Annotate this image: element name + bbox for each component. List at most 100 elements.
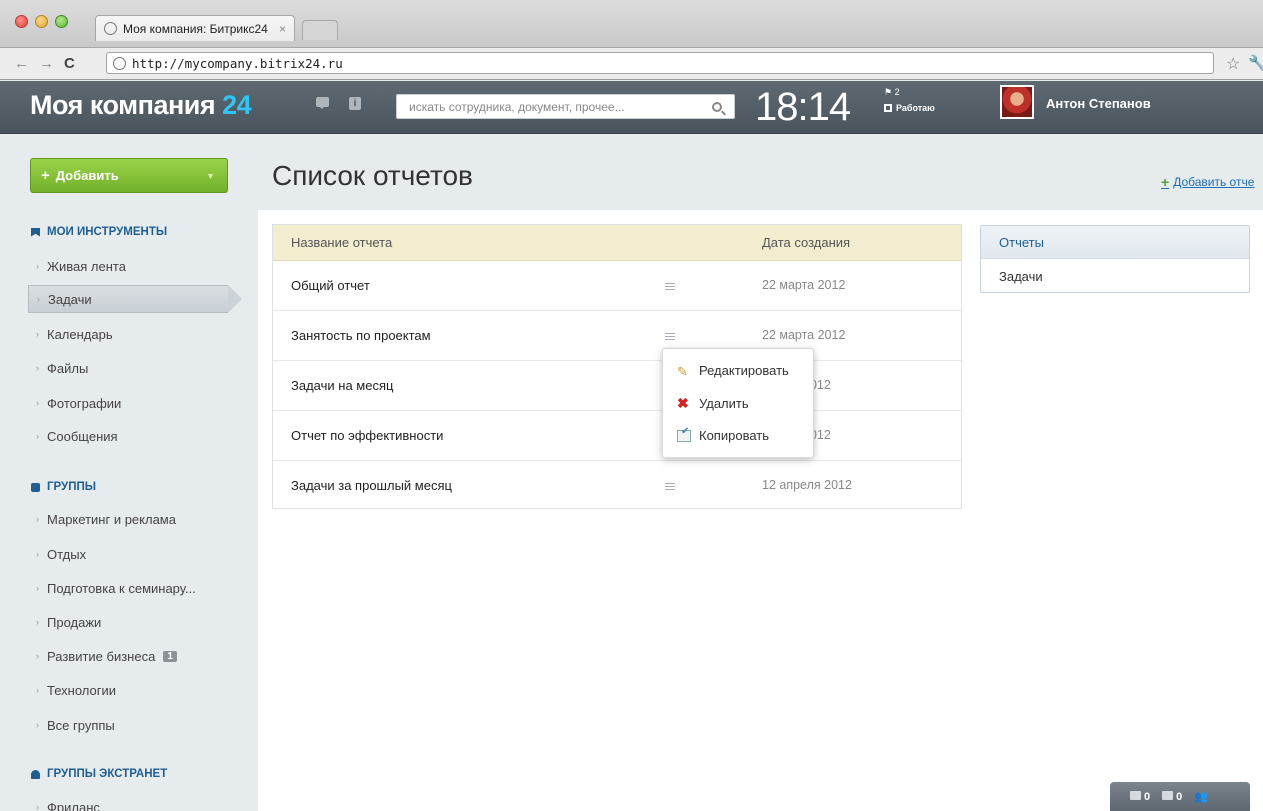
- sidebar-item-group[interactable]: › Маркетинг и реклама: [28, 506, 228, 532]
- menu-icon[interactable]: [665, 333, 675, 340]
- notifications-counter[interactable]: 0: [1162, 790, 1183, 803]
- search-icon[interactable]: [712, 101, 722, 112]
- sidebar-item-files[interactable]: › Файлы: [28, 355, 228, 381]
- sidebar-item-label: Технологии: [47, 682, 117, 698]
- bullet-icon: ›: [36, 651, 39, 661]
- report-name[interactable]: Задачи на месяц: [291, 378, 393, 393]
- sidebar-item-label: Фриланс: [47, 799, 100, 811]
- stop-icon: [884, 104, 892, 112]
- work-status-label: Работаю: [896, 103, 935, 113]
- browser-tab[interactable]: Моя компания: Битрикс24 ×: [95, 15, 295, 41]
- logo-text: Моя компания: [30, 90, 216, 120]
- search-placeholder: искать сотрудника, документ, прочее...: [409, 99, 625, 114]
- flag-count: 2: [894, 87, 900, 97]
- sidebar-item-group[interactable]: › Подготовка к семинару...: [28, 575, 228, 601]
- info-icon[interactable]: i: [349, 97, 361, 110]
- contacts-icon[interactable]: 👥: [1194, 790, 1208, 803]
- report-name[interactable]: Общий отчет: [291, 278, 370, 293]
- report-name[interactable]: Задачи за прошлый месяц: [291, 478, 452, 493]
- bullet-icon: ›: [36, 514, 39, 524]
- tab-title: Моя компания: Битрикс24: [123, 21, 268, 36]
- plus-icon: +: [1161, 174, 1170, 190]
- table-row[interactable]: Общий отчет 22 марта 2012: [273, 261, 961, 311]
- sidebar-item-all-groups[interactable]: › Все группы: [28, 712, 228, 738]
- add-report-link[interactable]: + Добавить отче: [1161, 174, 1254, 190]
- report-date: 22 марта 2012: [762, 328, 846, 342]
- tab-tasks[interactable]: Задачи: [999, 269, 1043, 284]
- bullet-icon: ›: [37, 294, 40, 304]
- report-date: 22 марта 2012: [762, 278, 846, 292]
- table-row[interactable]: Занятость по проектам 22 марта 2012: [273, 311, 961, 361]
- user-name[interactable]: Антон Степанов: [1046, 96, 1151, 111]
- table-header: Название отчета Дата создания: [273, 225, 961, 261]
- page-title: Список отчетов: [272, 160, 473, 191]
- sidebar-item-label: Живая лента: [47, 258, 126, 274]
- section-title-groups: ГРУППЫ: [31, 481, 96, 493]
- messages-counter[interactable]: 0: [1130, 790, 1150, 803]
- browser-tab-bar: Моя компания: Битрикс24 ×: [0, 0, 1263, 48]
- report-name[interactable]: Отчет по эффективности: [291, 428, 443, 443]
- bullet-icon: ›: [36, 720, 39, 730]
- table-row[interactable]: Отчет по эффективности 2012: [273, 411, 961, 461]
- url-field[interactable]: http://mycompany.bitrix24.ru: [106, 52, 1214, 74]
- bullet-icon: ›: [36, 261, 39, 271]
- table-row[interactable]: Задачи на месяц 2012: [273, 361, 961, 411]
- sidebar-item-group[interactable]: › Развитие бизнеса 1: [28, 643, 228, 669]
- back-arrow-icon[interactable]: ←: [14, 55, 29, 72]
- notifications-count: 0: [1176, 790, 1183, 803]
- edit-menu-item[interactable]: ✎ Редактировать: [677, 363, 789, 379]
- sidebar-item-label: Файлы: [47, 360, 89, 376]
- add-button[interactable]: + Добавить ▼: [30, 158, 228, 193]
- search-input[interactable]: искать сотрудника, документ, прочее...: [396, 94, 735, 119]
- sidebar-item-live-feed[interactable]: › Живая лента: [28, 253, 228, 279]
- wrench-icon[interactable]: 🔧: [1248, 54, 1263, 72]
- globe-icon: [113, 56, 126, 70]
- address-bar: ← → C http://mycompany.bitrix24.ru ☆ 🔧: [0, 48, 1263, 80]
- groups-icon: [31, 482, 40, 492]
- close-window-button[interactable]: [15, 15, 28, 28]
- table-row[interactable]: Задачи за прошлый месяц 12 апреля 2012: [273, 461, 961, 511]
- sidebar-item-group[interactable]: › Отдых: [28, 541, 228, 567]
- sidebar-item-photos[interactable]: › Фотографии: [28, 390, 228, 416]
- add-report-label: Добавить отче: [1173, 175, 1255, 189]
- tab-close-icon[interactable]: ×: [279, 22, 286, 36]
- forward-arrow-icon[interactable]: →: [39, 55, 54, 72]
- menu-icon[interactable]: [665, 483, 675, 490]
- bullet-icon: ›: [36, 802, 39, 811]
- zoom-window-button[interactable]: [55, 15, 68, 28]
- sidebar-item-group[interactable]: › Технологии: [28, 677, 228, 703]
- section-title-text: ГРУППЫ ЭКСТРАНЕТ: [47, 768, 168, 780]
- column-header-date[interactable]: Дата создания: [762, 235, 850, 250]
- work-status-button[interactable]: Работаю: [884, 103, 935, 113]
- sidebar-item-calendar[interactable]: › Календарь: [28, 321, 228, 347]
- pencil-icon: ✎: [677, 363, 688, 379]
- section-title-text: ГРУППЫ: [47, 481, 96, 493]
- section-title-tools: МОИ ИНСТРУМЕНТЫ: [31, 226, 167, 238]
- flag-counter[interactable]: ⚑ 2: [884, 87, 900, 98]
- avatar[interactable]: [1000, 85, 1034, 119]
- bullet-icon: ›: [36, 549, 39, 559]
- delete-menu-item[interactable]: ✖ Удалить: [677, 395, 749, 412]
- sidebar-item-freelance[interactable]: › Фриланс: [28, 794, 228, 811]
- chevron-down-icon[interactable]: ▼: [206, 171, 215, 181]
- sidebar-item-tasks[interactable]: › Задачи: [28, 285, 242, 313]
- tab-reports[interactable]: Отчеты: [981, 226, 1249, 259]
- portal-logo[interactable]: Моя компания 24: [30, 90, 252, 121]
- chat-icon[interactable]: [316, 97, 330, 111]
- reload-icon[interactable]: C: [64, 55, 75, 72]
- bookmark-icon: [31, 227, 40, 237]
- copy-menu-item[interactable]: Копировать: [677, 426, 769, 443]
- sidebar: + Добавить ▼ МОИ ИНСТРУМЕНТЫ › Живая лент…: [0, 134, 258, 811]
- new-tab-button[interactable]: [302, 20, 338, 40]
- sidebar-item-group[interactable]: › Продажи: [28, 609, 228, 635]
- column-header-name[interactable]: Название отчета: [291, 235, 392, 250]
- menu-icon[interactable]: [665, 283, 675, 290]
- add-button-label: Добавить: [55, 168, 119, 183]
- globe-icon: [104, 22, 117, 35]
- bullet-icon: ›: [36, 329, 39, 339]
- report-name[interactable]: Занятость по проектам: [291, 328, 431, 343]
- bullet-icon: ›: [36, 685, 39, 695]
- sidebar-item-messages[interactable]: › Сообщения: [28, 423, 228, 449]
- minimize-window-button[interactable]: [35, 15, 48, 28]
- bookmark-star-icon[interactable]: ☆: [1226, 54, 1240, 74]
